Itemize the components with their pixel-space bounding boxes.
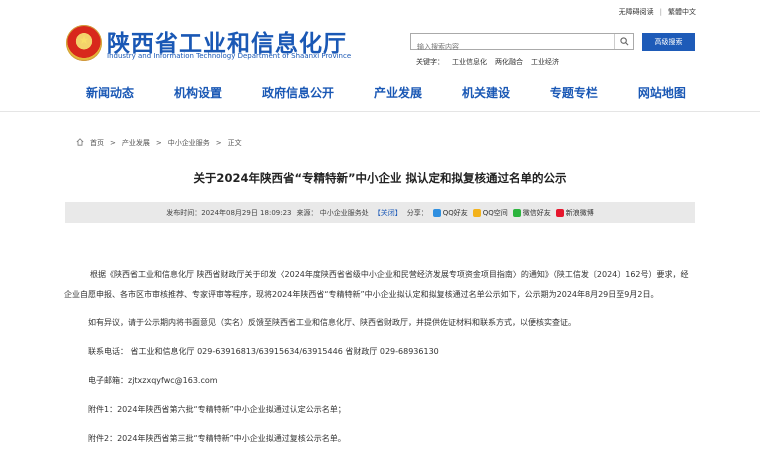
site-subtitle: Industry and Information Technology Depa… [107,52,352,60]
article-paragraph: 如有异议，请于公示期内将书面意见（实名）反馈至陕西省工业和信息化厅、陕西省财政厅… [88,318,576,327]
article-meta-bar: 发布时间：2024年08月29日 18:09:23 来源： 中小企业服务处 【关… [65,202,695,223]
breadcrumb-sme-service[interactable]: 中小企业服务 [168,138,210,148]
nav-item-news[interactable]: 新闻动态 [76,84,144,102]
top-links: 无障碍阅读 | 繁體中文 [619,7,696,17]
keywords-label: 关键字： [416,58,444,66]
share-wechat[interactable]: 微信好友 [512,208,551,218]
qzone-icon [472,208,481,217]
contact-phone: 联系电话： 省工业和信息化厅 029-63916813/63915634/639… [88,347,439,356]
search-keywords: 关键字： 工业信息化 两化融合 工业经济 [416,57,559,67]
national-emblem-icon: ★ [66,25,102,61]
search-input[interactable] [411,39,623,55]
attachment-1[interactable]: 附件1：2024年陕西省第六批“专精特新”中小企业拟通过认定公示名单； [88,404,696,415]
share-qzone-label: QQ空间 [482,208,508,217]
share-label: 分享： [406,208,428,217]
search-icon[interactable] [614,34,633,49]
keyword-link[interactable]: 两化融合 [495,57,523,67]
nav-item-gov-info[interactable]: 政府信息公开 [252,84,344,102]
nav-item-party-building[interactable]: 机关建设 [452,84,520,102]
share-wechat-label: 微信好友 [522,208,551,217]
nav-item-industry[interactable]: 产业发展 [364,84,432,102]
breadcrumb-current: 正文 [227,139,242,147]
share-weibo-label: 新浪微博 [565,208,594,217]
article-paragraph: 根据《陕西省工业和信息化厅 陕西省财政厅关于印发〈2024年度陕西省省级中小企业… [64,270,689,299]
nav-item-special-topics[interactable]: 专题专栏 [540,84,608,102]
nav-divider [0,111,760,112]
wechat-icon [512,208,521,217]
breadcrumb-separator: > [110,139,116,147]
attachment-2[interactable]: 附件2：2024年陕西省第三批“专精特新”中小企业拟通过复核公示名单。 [88,433,696,444]
share-qq-friend[interactable]: QQ好友 [432,208,468,218]
qq-icon [432,208,441,217]
advanced-search-button[interactable]: 高级搜索 [642,33,695,51]
breadcrumb-separator: > [155,139,162,147]
breadcrumb-industry[interactable]: 产业发展 [122,138,150,148]
nav-item-sitemap[interactable]: 网站地图 [628,84,696,102]
top-links-divider: | [659,8,662,16]
contact-email: 电子邮箱：zjtxzxqyfwc@163.com [88,376,218,385]
weibo-icon [555,208,564,217]
language-link[interactable]: 繁體中文 [668,7,696,17]
publish-time: 发布时间：2024年08月29日 18:09:23 [166,208,292,217]
breadcrumb-home[interactable]: 首页 [90,138,104,148]
search-box [410,33,634,55]
breadcrumb-separator: > [215,139,222,147]
home-icon [76,138,84,148]
keyword-link[interactable]: 工业经济 [531,57,559,67]
close-link[interactable]: 【关闭】 [374,208,402,218]
keyword-link[interactable]: 工业信息化 [452,57,487,67]
share-qq-friend-label: QQ好友 [442,208,468,217]
breadcrumb: 首页 > 产业发展 > 中小企业服务 > 正文 [76,138,242,148]
accessibility-link[interactable]: 无障碍阅读 [619,7,654,17]
article-source: 来源： 中小企业服务处 [296,208,369,217]
share-weibo[interactable]: 新浪微博 [555,208,594,218]
main-nav: 新闻动态 机构设置 政府信息公开 产业发展 机关建设 专题专栏 网站地图 [76,84,696,102]
nav-item-organization[interactable]: 机构设置 [164,84,232,102]
share-qzone[interactable]: QQ空间 [472,208,508,218]
article-body: 根据《陕西省工业和信息化厅 陕西省财政厅关于印发〈2024年度陕西省省级中小企业… [64,265,696,444]
article-title: 关于2024年陕西省“专精特新”中小企业 拟认定和拟复核通过名单的公示 [193,171,567,185]
